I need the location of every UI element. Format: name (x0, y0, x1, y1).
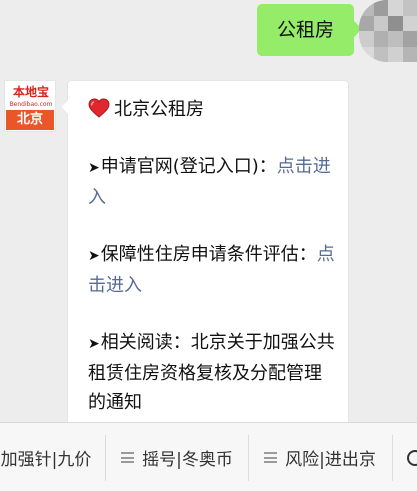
menu-item-lottery[interactable]: 摇号|冬奥币 (107, 423, 247, 491)
submenu-list-icon (264, 452, 278, 463)
bendibao-logo-mark: 本地宝 (12, 85, 49, 99)
bot-avatar-city: 北京 (6, 110, 54, 130)
keyboard-toggle-icon (407, 449, 417, 466)
bot-message-bubble: 北京公租房 ➤申请官网(登记入口)：点击进入 ➤保障性住房申请条件评估：点击进入… (60, 80, 349, 425)
menu-divider (105, 435, 106, 481)
user-message-bubble[interactable]: 公租房 (257, 4, 362, 56)
menu-item-risk-travel[interactable]: 风险|进出京 (249, 423, 391, 491)
arrow-bullet-icon: ➤ (88, 160, 100, 176)
menu-item-booster-vaccine[interactable]: 加强针|九价 (0, 423, 106, 491)
service-menu-bar: 加强针|九价 摇号|冬奥币 风险|进出京 (0, 422, 417, 491)
bot-message-title: 北京公租房 (114, 99, 204, 120)
bot-message-item-3: ➤相关阅读：北京关于加强公共租赁住房资格复核及分配管理的通知 (88, 328, 336, 417)
menu-item-label: 风险|进出京 (285, 450, 376, 470)
red-heart-icon (88, 98, 110, 118)
bot-message-item-1: ➤申请官网(登记入口)：点击进入 (88, 152, 336, 212)
arrow-bullet-icon: ➤ (88, 248, 100, 264)
item-2-label: 保障性住房申请条件评估： (100, 244, 317, 265)
submenu-list-icon (121, 452, 135, 463)
arrow-bullet-icon: ➤ (88, 336, 100, 352)
menu-item-label: 加强针|九价 (0, 450, 92, 470)
menu-item-label: 摇号|冬奥币 (142, 450, 233, 470)
user-avatar[interactable] (359, 0, 417, 62)
user-message-text: 公租房 (276, 19, 334, 41)
bot-avatar[interactable]: 本地宝 Bendibao.com 北京 (4, 80, 56, 132)
bot-message-title-line: 北京公租房 (88, 95, 336, 124)
keyboard-toggle-button[interactable] (393, 423, 417, 491)
item-3-label[interactable]: 相关阅读：北京关于加强公共租赁住房资格复核及分配管理的通知 (88, 332, 335, 413)
user-message-row: 公租房 (0, 0, 417, 66)
bot-message-item-2: ➤保障性住房申请条件评估：点击进入 (88, 240, 336, 300)
item-1-label: 申请官网(登记入口)： (100, 156, 277, 177)
bendibao-logo-domain: Bendibao.com (9, 101, 53, 108)
bendibao-logo: 本地宝 Bendibao.com (7, 84, 53, 110)
